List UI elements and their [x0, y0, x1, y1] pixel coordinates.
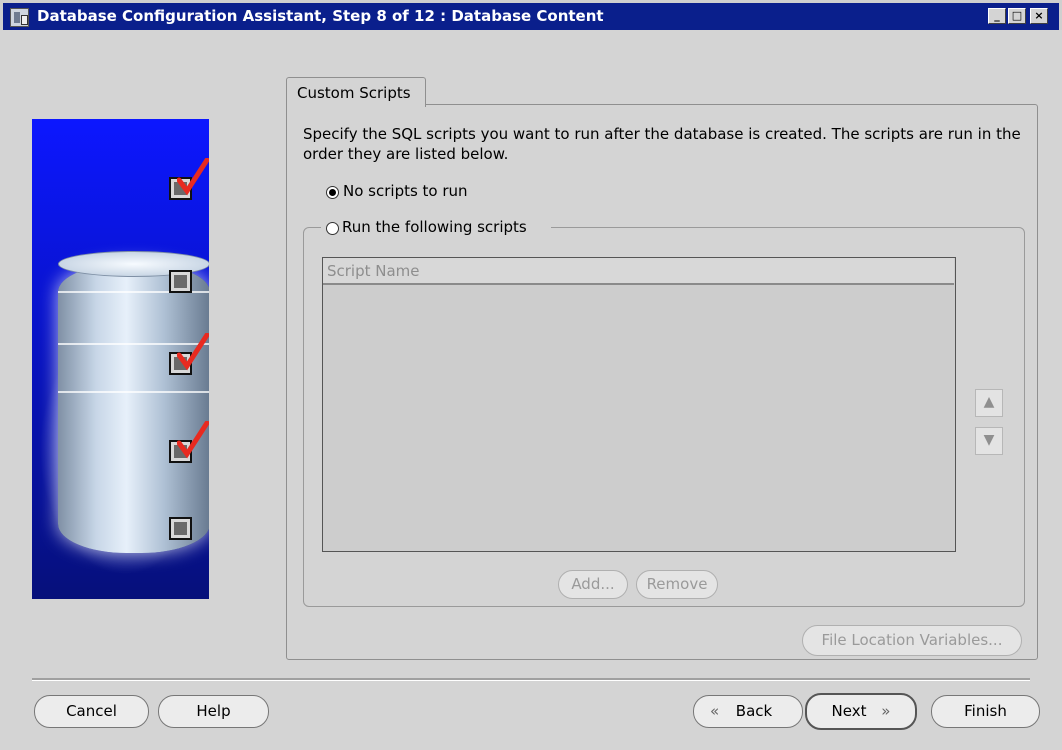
run-scripts-option[interactable]: Run the following scripts [321, 218, 551, 238]
title-bar[interactable]: Database Configuration Assistant, Step 8… [0, 0, 1062, 30]
close-button[interactable]: × [1030, 8, 1048, 24]
step-3-checkmark-icon [177, 333, 209, 371]
tab-connector [287, 103, 425, 106]
move-up-button[interactable]: ▲ [975, 389, 1003, 417]
next-button[interactable]: Next » [805, 693, 917, 730]
run-scripts-radio[interactable] [326, 222, 339, 235]
database-icon [58, 263, 209, 553]
step-1-checkmark-icon [177, 158, 209, 196]
instructions-text: Specify the SQL scripts you want to run … [303, 125, 1021, 163]
tab-custom-scripts-label: Custom Scripts [297, 84, 411, 102]
application-icon [10, 8, 29, 27]
add-script-button[interactable]: Add... [558, 570, 628, 599]
back-button-label: Back [735, 702, 773, 720]
step-5-checkbox [169, 517, 192, 540]
database-icon-band [58, 391, 209, 393]
step-4-checkmark-icon [177, 421, 209, 459]
maximize-button[interactable]: □ [1008, 8, 1026, 24]
window-title: Database Configuration Assistant, Step 8… [37, 7, 604, 25]
step-2-checkbox [169, 270, 192, 293]
scripts-table[interactable] [322, 257, 956, 552]
file-location-variables-button[interactable]: File Location Variables... [802, 625, 1022, 656]
no-scripts-label[interactable]: No scripts to run [343, 182, 468, 200]
move-down-button[interactable]: ▼ [975, 427, 1003, 455]
no-scripts-radio[interactable] [326, 186, 339, 199]
finish-button[interactable]: Finish [931, 695, 1040, 728]
script-name-column-header[interactable]: Script Name [323, 258, 954, 285]
double-chevron-right-icon: » [881, 702, 891, 720]
remove-script-button[interactable]: Remove [636, 570, 718, 599]
cancel-button[interactable]: Cancel [34, 695, 149, 728]
arrow-down-icon: ▼ [983, 432, 995, 448]
double-chevron-left-icon: « [710, 702, 720, 720]
run-scripts-label[interactable]: Run the following scripts [342, 218, 527, 236]
minimize-button[interactable]: _ [988, 8, 1006, 24]
footer-separator [32, 678, 1030, 681]
back-button[interactable]: « Back [693, 695, 803, 728]
next-button-label: Next [831, 702, 867, 720]
help-button[interactable]: Help [158, 695, 269, 728]
wizard-progress-panel [32, 119, 209, 599]
arrow-up-icon: ▲ [983, 394, 995, 410]
